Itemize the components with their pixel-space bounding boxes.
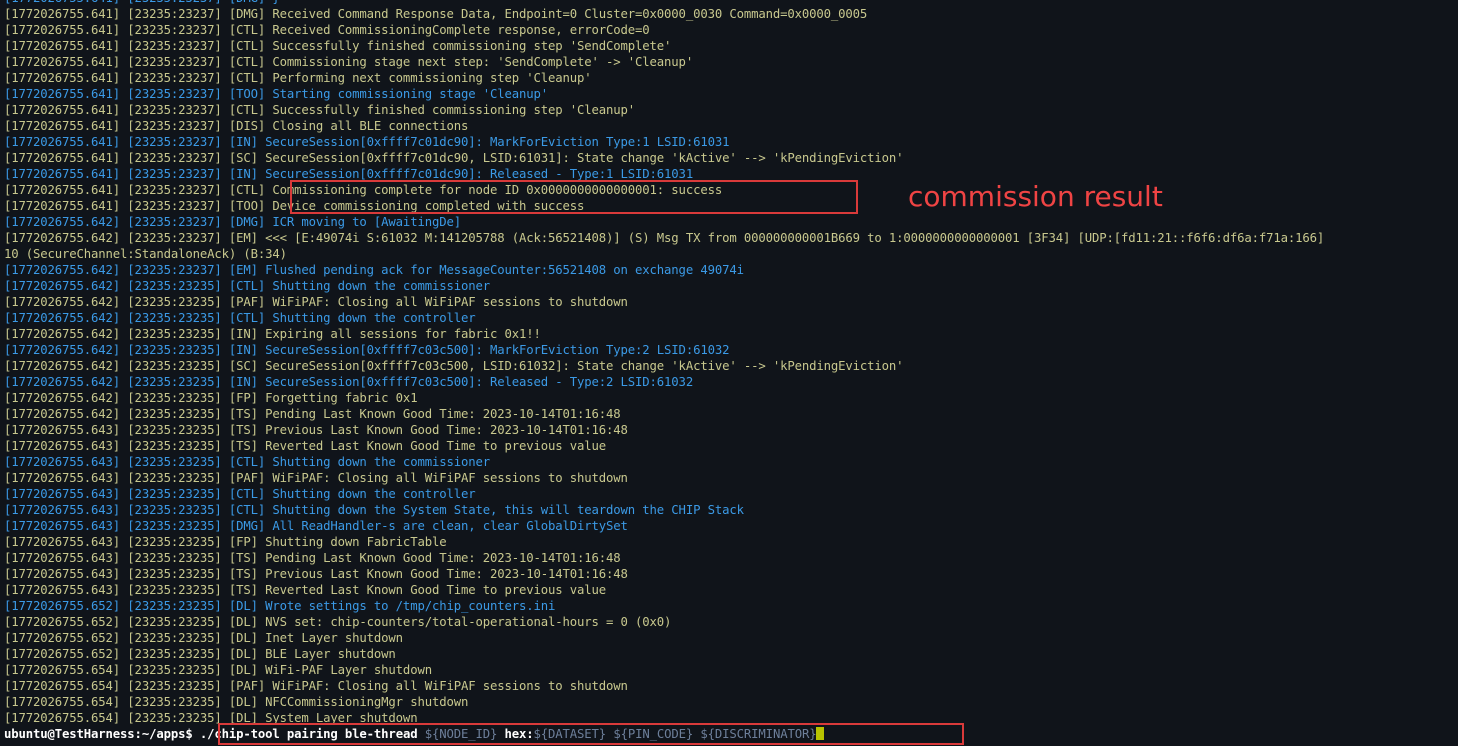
log-line: [1772026755.652] [23235:23235] [DL] Inet…	[4, 631, 403, 645]
log-line: [1772026755.642] [23235:23237] [DMG] ICR…	[4, 215, 461, 229]
log-line: [1772026755.642] [23235:23235] [IN] Secu…	[4, 375, 694, 389]
log-line: [1772026755.643] [23235:23235] [CTL] Shu…	[4, 487, 476, 501]
log-line: [1772026755.643] [23235:23235] [TS] Prev…	[4, 567, 628, 581]
log-line: [1772026755.642] [23235:23235] [SC] Secu…	[4, 359, 904, 373]
log-line: [1772026755.641] [23235:23237] [IN] Secu…	[4, 135, 730, 149]
log-line: [1772026755.642] [23235:23235] [CTL] Shu…	[4, 279, 490, 293]
commission-result-highlight-box	[290, 180, 858, 214]
log-line: [1772026755.642] [23235:23235] [IN] Expi…	[4, 327, 541, 341]
log-line: [1772026755.641] [23235:23237] [CTL] Per…	[4, 71, 592, 85]
log-line: [1772026755.641] [23235:23237] [CTL] Rec…	[4, 23, 650, 37]
log-line: [1772026755.652] [23235:23235] [DL] NVS …	[4, 615, 672, 629]
log-line: [1772026755.654] [23235:23235] [PAF] WiF…	[4, 679, 628, 693]
log-line: [1772026755.642] [23235:23235] [FP] Forg…	[4, 391, 418, 405]
commission-result-annotation: commission result	[908, 180, 1163, 213]
log-line: [1772026755.642] [23235:23235] [PAF] WiF…	[4, 295, 628, 309]
log-line: 10 (SecureChannel:StandaloneAck) (B:34)	[4, 247, 287, 261]
log-line: [1772026755.642] [23235:23237] [EM] <<< …	[4, 231, 1325, 245]
log-line: [1772026755.641] [23235:23237] [TOO] Sta…	[4, 87, 549, 101]
log-line: [1772026755.654] [23235:23235] [DL] WiFi…	[4, 663, 432, 677]
log-line: [1772026755.654] [23235:23235] [DL] NFCC…	[4, 695, 469, 709]
log-line: [1772026755.643] [23235:23235] [TS] Prev…	[4, 423, 628, 437]
log-line: [1772026755.652] [23235:23235] [DL] Wrot…	[4, 599, 556, 613]
log-line: [1772026755.642] [23235:23235] [IN] Secu…	[4, 343, 730, 357]
log-line: [1772026755.641] [23235:23237] [CTL] Suc…	[4, 39, 672, 53]
shell-prompt: ubuntu@TestHarness:~/apps$	[4, 727, 193, 741]
log-line: [1772026755.643] [23235:23235] [TS] Reve…	[4, 439, 607, 453]
terminal-window[interactable]: [1772026755.641] [23235:23237] [DMG] }[1…	[4, 0, 1458, 746]
log-line: [1772026755.643] [23235:23235] [FP] Shut…	[4, 535, 447, 549]
log-line: [1772026755.641] [23235:23237] [SC] Secu…	[4, 151, 904, 165]
log-line: [1772026755.641] [23235:23237] [DIS] Clo…	[4, 119, 469, 133]
log-line: [1772026755.641] [23235:23237] [DMG] Rec…	[4, 7, 868, 21]
log-line: [1772026755.643] [23235:23235] [TS] Reve…	[4, 583, 607, 597]
log-line: [1772026755.642] [23235:23237] [EM] Flus…	[4, 263, 744, 277]
log-line: [1772026755.643] [23235:23235] [TS] Pend…	[4, 551, 621, 565]
log-line: [1772026755.643] [23235:23235] [DMG] All…	[4, 519, 628, 533]
log-line: [1772026755.642] [23235:23235] [TS] Pend…	[4, 407, 621, 421]
log-line: [1772026755.643] [23235:23235] [CTL] Shu…	[4, 455, 490, 469]
log-line: [1772026755.642] [23235:23235] [CTL] Shu…	[4, 311, 476, 325]
log-line: [1772026755.643] [23235:23235] [PAF] WiF…	[4, 471, 628, 485]
terminal-log: [1772026755.641] [23235:23237] [DMG] }[1…	[4, 0, 1458, 726]
log-line: [1772026755.652] [23235:23235] [DL] BLE …	[4, 647, 396, 661]
log-line: [1772026755.643] [23235:23235] [CTL] Shu…	[4, 503, 744, 517]
command-highlight-box	[218, 723, 964, 745]
log-line: [1772026755.641] [23235:23237] [CTL] Suc…	[4, 103, 636, 117]
log-line: [1772026755.641] [23235:23237] [CTL] Com…	[4, 55, 694, 69]
